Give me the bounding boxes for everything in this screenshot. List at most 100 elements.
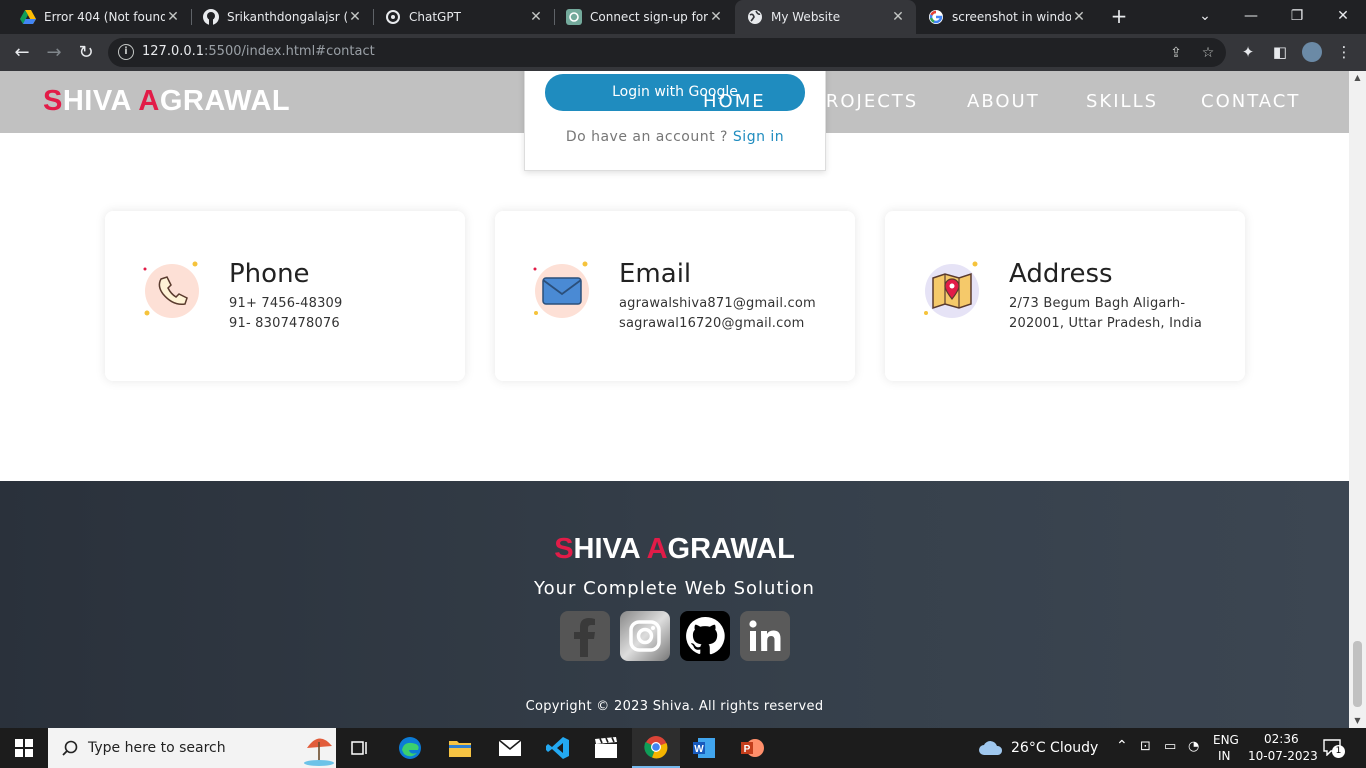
chevron-up-icon[interactable]: ⌃	[1116, 738, 1128, 754]
contact-card-phone: Phone 91+ 7456-48309 91- 8307478076	[105, 211, 465, 381]
vscode-icon[interactable]	[534, 728, 582, 768]
notification-icon[interactable]: 1	[1322, 738, 1345, 758]
wifi-icon[interactable]: ◔	[1188, 739, 1199, 754]
phone-number: 91+ 7456-48309	[229, 296, 343, 311]
login-with-google-button[interactable]: Login with Google	[545, 74, 805, 111]
notification-count: 1	[1332, 745, 1345, 758]
extensions-icon[interactable]: ✦	[1238, 42, 1258, 62]
reload-button[interactable]: ↻	[72, 39, 100, 67]
tab-chatgpt[interactable]: ChatGPT ✕	[373, 0, 554, 34]
contact-title: Address	[1009, 259, 1113, 289]
nav-home[interactable]: HOME	[703, 91, 766, 112]
new-tab-button[interactable]: +	[1108, 5, 1130, 27]
copyright-text: Copyright © 2023 Shiva. All rights reser…	[525, 699, 824, 714]
tab-title: screenshot in window	[952, 10, 1071, 24]
cloud-weather-icon	[979, 741, 1003, 755]
nav-skills[interactable]: SKILLS	[1086, 91, 1158, 112]
contact-card-email: Email agrawalshiva871@gmail.com sagrawal…	[495, 211, 855, 381]
menu-kebab-icon[interactable]: ⋮	[1334, 42, 1354, 62]
close-icon[interactable]: ✕	[528, 9, 544, 25]
instagram-icon[interactable]	[620, 611, 670, 661]
github-icon	[203, 9, 219, 25]
edge-icon[interactable]	[386, 728, 434, 768]
clock-time[interactable]: 02:36	[1264, 732, 1299, 746]
facebook-icon[interactable]	[560, 611, 610, 661]
tab-title: Srikanthdongalajsr (Sri	[227, 10, 347, 24]
linkedin-icon[interactable]	[740, 611, 790, 661]
start-button[interactable]	[0, 728, 48, 768]
maximize-button[interactable]: ❐	[1274, 0, 1320, 32]
beach-umbrella-icon	[304, 738, 334, 766]
task-view-icon[interactable]	[336, 728, 384, 768]
footer-logo: SHIVA AGRAWAL	[554, 533, 795, 565]
github-icon[interactable]	[680, 611, 730, 661]
nav-projects[interactable]: PROJECTS	[813, 91, 918, 112]
windows-logo-icon	[15, 739, 33, 757]
tab-my-website[interactable]: My Website ✕	[735, 0, 916, 34]
google-drive-icon	[20, 9, 36, 25]
tab-title: Error 404 (Not found)!!	[44, 10, 165, 24]
back-button[interactable]: ←	[8, 39, 36, 67]
weather-text[interactable]: 26°C Cloudy	[1011, 740, 1098, 756]
windows-taskbar: Type here to search W P 26°C Cloudy ⌃ ⊡ …	[0, 728, 1366, 768]
scrollbar-thumb[interactable]	[1353, 641, 1362, 707]
scroll-down-arrow[interactable]: ▼	[1349, 714, 1366, 728]
window-close-button[interactable]: ✕	[1320, 0, 1366, 32]
tab-screenshot-search[interactable]: screenshot in window ✕	[916, 0, 1097, 34]
tab-search-dropdown[interactable]: ⌄	[1182, 0, 1228, 32]
bookmark-star-icon[interactable]: ☆	[1198, 43, 1218, 63]
tab-title: My Website	[771, 10, 841, 24]
meet-now-icon[interactable]: ⊡	[1140, 739, 1151, 754]
tab-error-404[interactable]: Error 404 (Not found)!! ✕	[8, 0, 191, 34]
email-address: agrawalshiva871@gmail.com	[619, 296, 816, 311]
chatgpt-green-icon	[566, 9, 582, 25]
site-footer: SHIVA AGRAWAL Your Complete Web Solution…	[0, 481, 1349, 728]
close-icon[interactable]: ✕	[890, 9, 906, 25]
profile-avatar[interactable]	[1302, 42, 1322, 62]
minimize-button[interactable]: —	[1228, 0, 1274, 32]
close-icon[interactable]: ✕	[708, 9, 724, 25]
nav-contact[interactable]: CONTACT	[1201, 91, 1300, 112]
url-text[interactable]: 127.0.0.1:5500/index.html#contact	[142, 44, 375, 59]
tab-title: Connect sign-up form	[590, 10, 708, 24]
search-placeholder: Type here to search	[88, 740, 226, 756]
mail-icon[interactable]	[486, 728, 534, 768]
file-explorer-icon[interactable]	[436, 728, 484, 768]
scroll-up-arrow[interactable]: ▲	[1349, 71, 1366, 85]
tab-connect-signup[interactable]: Connect sign-up form ✕	[554, 0, 734, 34]
share-icon[interactable]: ⇪	[1166, 43, 1186, 63]
region-indicator[interactable]: IN	[1218, 749, 1231, 763]
svg-text:W: W	[694, 744, 704, 755]
envelope-icon	[533, 261, 591, 319]
page-scrollbar[interactable]: ▲ ▼	[1349, 71, 1366, 728]
site-info-icon[interactable]: i	[118, 44, 134, 60]
contact-card-address: Address 2/73 Begum Bagh Aligarh- 202001,…	[885, 211, 1245, 381]
close-icon[interactable]: ✕	[347, 9, 363, 25]
browser-toolbar: ← → ↻ i 127.0.0.1:5500/index.html#contac…	[0, 34, 1366, 71]
address-bar[interactable]: i 127.0.0.1:5500/index.html#contact ⇪ ☆	[108, 38, 1226, 67]
browser-tab-strip: Error 404 (Not found)!! ✕ Srikanthdongal…	[0, 0, 1366, 34]
word-icon[interactable]: W	[680, 728, 728, 768]
close-icon[interactable]: ✕	[1071, 9, 1087, 25]
openai-icon	[385, 9, 401, 25]
contact-title: Email	[619, 259, 692, 289]
language-indicator[interactable]: ENG	[1213, 733, 1239, 747]
sign-in-link[interactable]: Sign in	[733, 129, 784, 145]
side-panel-icon[interactable]: ◧	[1270, 42, 1290, 62]
battery-icon[interactable]: ▭	[1164, 739, 1176, 754]
tab-github[interactable]: Srikanthdongalajsr (Sri ✕	[191, 0, 373, 34]
chrome-icon[interactable]	[632, 728, 680, 768]
svg-text:P: P	[744, 744, 751, 755]
footer-tagline: Your Complete Web Solution	[534, 578, 815, 599]
video-editor-icon[interactable]	[582, 728, 630, 768]
screen: Error 404 (Not found)!! ✕ Srikanthdongal…	[0, 0, 1366, 768]
powerpoint-icon[interactable]: P	[728, 728, 776, 768]
forward-button[interactable]: →	[40, 39, 68, 67]
globe-icon	[747, 9, 763, 25]
nav-about[interactable]: ABOUT	[967, 91, 1040, 112]
close-icon[interactable]: ✕	[165, 9, 181, 25]
site-logo[interactable]: SHIVA AGRAWAL	[43, 85, 290, 118]
clock-date[interactable]: 10-07-2023	[1248, 749, 1318, 763]
taskbar-search-box[interactable]: Type here to search	[48, 728, 336, 768]
email-address: sagrawal16720@gmail.com	[619, 316, 805, 331]
